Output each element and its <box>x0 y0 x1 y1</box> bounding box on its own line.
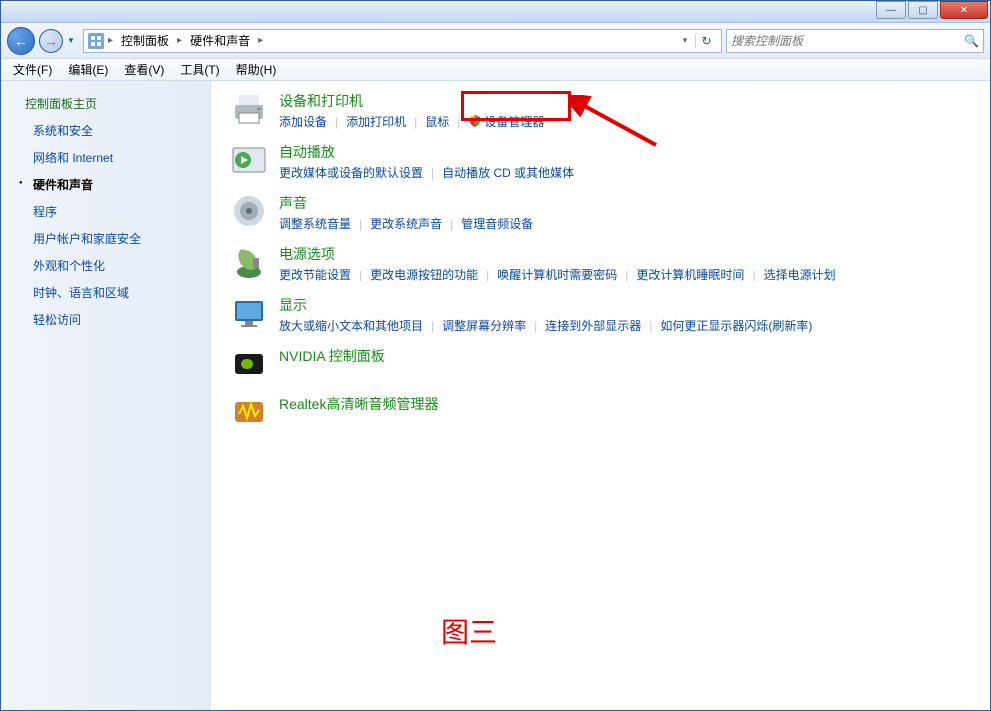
sidebar-item-ease-access[interactable]: 轻松访问 <box>25 311 200 328</box>
control-panel-window: — ▢ ✕ ← → ▼ ▸ 控制面板 ▸ 硬件和声音 ▸ ▾ ↻ 🔍 <box>0 0 991 711</box>
sidebar-item-clock-language[interactable]: 时钟、语言和区域 <box>25 284 200 301</box>
breadcrumb-arrow: ▸ <box>256 35 265 46</box>
sidebar: 控制面板主页 系统和安全 网络和 Internet 硬件和声音 程序 用户帐户和… <box>1 81 211 710</box>
link-connect-external-display[interactable]: 连接到外部显示器 <box>545 317 641 334</box>
category-nvidia: NVIDIA 控制面板 <box>231 346 970 382</box>
search-box[interactable]: 🔍 <box>726 29 984 53</box>
window-buttons: — ▢ ✕ <box>876 1 988 19</box>
link-autoplay-cd[interactable]: 自动播放 CD 或其他媒体 <box>442 164 574 181</box>
minimize-button[interactable]: — <box>876 1 906 19</box>
sidebar-item-network-internet[interactable]: 网络和 Internet <box>25 149 200 166</box>
sound-icon <box>231 193 267 229</box>
nvidia-icon <box>231 346 267 382</box>
close-button[interactable]: ✕ <box>940 1 988 19</box>
category-title-nvidia[interactable]: NVIDIA 控制面板 <box>279 346 970 366</box>
control-panel-icon <box>88 33 104 49</box>
history-dropdown[interactable]: ▼ <box>67 36 79 45</box>
back-button[interactable]: ← <box>7 27 35 55</box>
sidebar-heading[interactable]: 控制面板主页 <box>25 95 200 112</box>
link-choose-power-plan[interactable]: 选择电源计划 <box>764 266 836 283</box>
category-title-realtek[interactable]: Realtek高清晰音频管理器 <box>279 394 970 414</box>
link-power-button-function[interactable]: 更改电源按钮的功能 <box>370 266 478 283</box>
link-adjust-resolution[interactable]: 调整屏幕分辨率 <box>442 317 526 334</box>
sidebar-item-hardware-sound[interactable]: 硬件和声音 <box>25 176 200 193</box>
link-adjust-volume[interactable]: 调整系统音量 <box>279 215 351 232</box>
link-mouse[interactable]: 鼠标 <box>425 113 449 130</box>
link-device-manager[interactable]: 设备管理器 <box>468 113 544 130</box>
search-input[interactable] <box>731 34 964 48</box>
sidebar-item-programs[interactable]: 程序 <box>25 203 200 220</box>
menu-help[interactable]: 帮助(H) <box>228 59 285 80</box>
category-title-devices-printers[interactable]: 设备和打印机 <box>279 91 970 111</box>
address-dropdown[interactable]: ▾ <box>677 35 693 46</box>
link-change-system-sounds[interactable]: 更改系统声音 <box>370 215 442 232</box>
annotation-figure-label: 图三 <box>441 611 497 651</box>
body: 控制面板主页 系统和安全 网络和 Internet 硬件和声音 程序 用户帐户和… <box>1 81 990 710</box>
realtek-icon <box>231 394 267 430</box>
sidebar-item-system-security[interactable]: 系统和安全 <box>25 122 200 139</box>
forward-button[interactable]: → <box>39 29 63 53</box>
power-icon <box>231 244 267 280</box>
menu-file[interactable]: 文件(F) <box>5 59 60 80</box>
menubar: 文件(F) 编辑(E) 查看(V) 工具(T) 帮助(H) <box>1 59 990 81</box>
category-display: 显示 放大或缩小文本和其他项目 | 调整屏幕分辨率 | 连接到外部显示器 | 如… <box>231 295 970 334</box>
link-manage-audio-devices[interactable]: 管理音频设备 <box>461 215 533 232</box>
link-fix-flicker[interactable]: 如何更正显示器闪烁(刷新率) <box>660 317 812 334</box>
link-add-device[interactable]: 添加设备 <box>279 113 327 130</box>
address-bar[interactable]: ▸ 控制面板 ▸ 硬件和声音 ▸ ▾ ↻ <box>83 29 722 53</box>
maximize-button[interactable]: ▢ <box>908 1 938 19</box>
category-title-display[interactable]: 显示 <box>279 295 970 315</box>
arrow-right-icon: → <box>44 33 58 49</box>
titlebar: — ▢ ✕ <box>1 1 990 23</box>
refresh-button[interactable]: ↻ <box>695 34 717 48</box>
category-autoplay: 自动播放 更改媒体或设备的默认设置 | 自动播放 CD 或其他媒体 <box>231 142 970 181</box>
category-title-sound[interactable]: 声音 <box>279 193 970 213</box>
link-require-password-wake[interactable]: 唤醒计算机时需要密码 <box>497 266 617 283</box>
menu-tools[interactable]: 工具(T) <box>172 59 227 80</box>
printer-icon <box>231 91 267 127</box>
category-sound: 声音 调整系统音量 | 更改系统声音 | 管理音频设备 <box>231 193 970 232</box>
breadcrumb-arrow: ▸ <box>106 35 115 46</box>
category-devices-printers: 设备和打印机 添加设备 | 添加打印机 | 鼠标 | 设备管理器 <box>231 91 970 130</box>
navbar: ← → ▼ ▸ 控制面板 ▸ 硬件和声音 ▸ ▾ ↻ 🔍 <box>1 23 990 59</box>
shield-icon <box>468 114 482 128</box>
content: 设备和打印机 添加设备 | 添加打印机 | 鼠标 | 设备管理器 <box>211 81 990 710</box>
breadcrumb-control-panel[interactable]: 控制面板 <box>117 30 173 51</box>
category-title-autoplay[interactable]: 自动播放 <box>279 142 970 162</box>
link-add-printer[interactable]: 添加打印机 <box>346 113 406 130</box>
menu-edit[interactable]: 编辑(E) <box>60 59 116 80</box>
category-power: 电源选项 更改节能设置 | 更改电源按钮的功能 | 唤醒计算机时需要密码 | 更… <box>231 244 970 283</box>
search-icon[interactable]: 🔍 <box>964 34 979 48</box>
sidebar-item-appearance[interactable]: 外观和个性化 <box>25 257 200 274</box>
breadcrumb-arrow: ▸ <box>175 35 184 46</box>
link-change-sleep-time[interactable]: 更改计算机睡眠时间 <box>636 266 744 283</box>
arrow-left-icon: ← <box>14 33 28 49</box>
display-icon <box>231 295 267 331</box>
menu-view[interactable]: 查看(V) <box>116 59 172 80</box>
autoplay-icon <box>231 142 267 178</box>
breadcrumb-hardware-sound[interactable]: 硬件和声音 <box>186 30 254 51</box>
sidebar-item-user-accounts[interactable]: 用户帐户和家庭安全 <box>25 230 200 247</box>
category-realtek: Realtek高清晰音频管理器 <box>231 394 970 430</box>
category-title-power[interactable]: 电源选项 <box>279 244 970 264</box>
link-change-power-saving[interactable]: 更改节能设置 <box>279 266 351 283</box>
link-change-media-defaults[interactable]: 更改媒体或设备的默认设置 <box>279 164 423 181</box>
link-text-size[interactable]: 放大或缩小文本和其他项目 <box>279 317 423 334</box>
